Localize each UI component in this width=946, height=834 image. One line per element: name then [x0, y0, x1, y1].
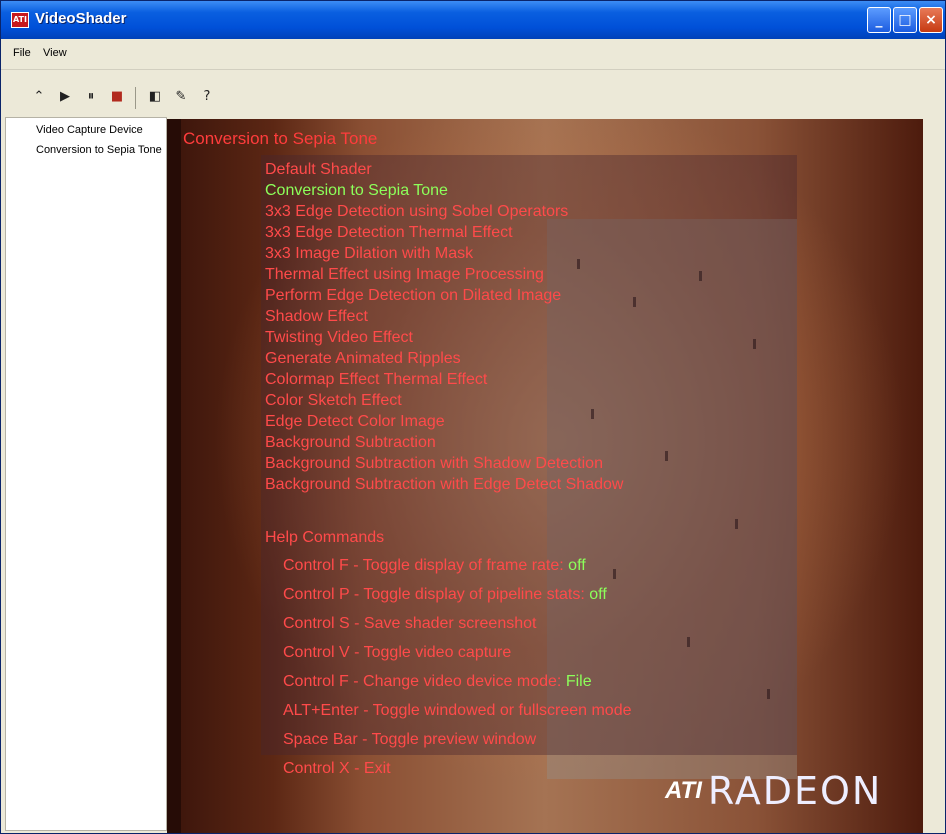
- radeon-wordmark: RADEON: [707, 769, 883, 813]
- command-state: off: [589, 586, 607, 603]
- help-commands-header: Help Commands: [265, 529, 385, 546]
- minimize-button[interactable]: _: [867, 7, 891, 33]
- ati-app-icon: ATI: [11, 12, 29, 28]
- close-button[interactable]: ×: [919, 7, 943, 33]
- help-icon[interactable]: ?: [199, 85, 215, 109]
- toolbar: ⌃ ▶ ⏸ ■ ◧ ✎ ?: [1, 81, 945, 115]
- shader-option: Thermal Effect using Image Processing: [265, 266, 544, 283]
- shader-option: Edge Detect Color Image: [265, 413, 445, 430]
- shader-option: Generate Animated Ripples: [265, 350, 461, 367]
- help-command: Control F - Toggle display of frame rate…: [283, 557, 586, 574]
- capture-icon[interactable]: ◧: [147, 85, 163, 109]
- shader-option: Shadow Effect: [265, 308, 368, 325]
- help-command: Control P - Toggle display of pipeline s…: [283, 586, 607, 603]
- shader-option: Perform Edge Detection on Dilated Image: [265, 287, 562, 304]
- command-state: off: [568, 557, 586, 574]
- help-command: Control F - Change video device mode: Fi…: [283, 673, 592, 690]
- shader-option: Color Sketch Effect: [265, 392, 402, 409]
- command-state: File: [565, 673, 592, 690]
- tree-item-video-capture-device[interactable]: Video Capture Device: [36, 124, 143, 136]
- help-command: Space Bar - Toggle preview window: [283, 731, 537, 748]
- menu-view[interactable]: View: [43, 47, 67, 59]
- toolbar-separator: [135, 87, 136, 109]
- shader-option: Background Subtraction with Edge Detect …: [265, 476, 624, 493]
- settings-icon[interactable]: ✎: [173, 85, 189, 109]
- shader-option: Colormap Effect Thermal Effect: [265, 371, 488, 388]
- shader-option: Background Subtraction with Shadow Detec…: [265, 455, 603, 472]
- application-window: ATI VideoShader _ □ × File View ⌃ ▶ ⏸ ■ …: [0, 0, 946, 834]
- tree-item-sepia-tone[interactable]: Conversion to Sepia Tone: [36, 144, 162, 156]
- open-icon[interactable]: ⌃: [31, 85, 47, 109]
- help-command: Control S - Save shader screenshot: [283, 615, 537, 632]
- help-command: Control X - Exit: [283, 760, 391, 777]
- shader-option: Twisting Video Effect: [265, 329, 413, 346]
- shader-option: 3x3 Edge Detection Thermal Effect: [265, 224, 513, 241]
- video-preview[interactable]: Conversion to Sepia Tone Default Shader …: [167, 119, 923, 833]
- window-title: VideoShader: [35, 10, 127, 27]
- menu-file[interactable]: File: [13, 47, 31, 59]
- current-shader-title: Conversion to Sepia Tone: [183, 129, 378, 148]
- help-command: ALT+Enter - Toggle windowed or fullscree…: [283, 702, 632, 719]
- shader-option: 3x3 Image Dilation with Mask: [265, 245, 474, 262]
- video-dark-band: [167, 119, 181, 833]
- pause-icon[interactable]: ⏸: [83, 85, 99, 109]
- maximize-button[interactable]: □: [893, 7, 917, 33]
- stop-icon[interactable]: ■: [109, 85, 125, 109]
- shader-option-active: Conversion to Sepia Tone: [265, 182, 448, 199]
- ati-logo-mark: ATI: [665, 777, 702, 804]
- shader-option: Background Subtraction: [265, 434, 436, 451]
- shader-option: 3x3 Edge Detection using Sobel Operators: [265, 203, 569, 220]
- title-bar[interactable]: ATI VideoShader _ □ ×: [1, 1, 945, 39]
- help-command: Control V - Toggle video capture: [283, 644, 512, 661]
- radeon-logo: ATI RADEON: [665, 769, 882, 813]
- shader-option: Default Shader: [265, 161, 372, 178]
- shader-tree-panel: Video Capture Device Conversion to Sepia…: [5, 117, 167, 831]
- menu-bar: File View: [1, 39, 945, 70]
- play-icon[interactable]: ▶: [57, 85, 73, 109]
